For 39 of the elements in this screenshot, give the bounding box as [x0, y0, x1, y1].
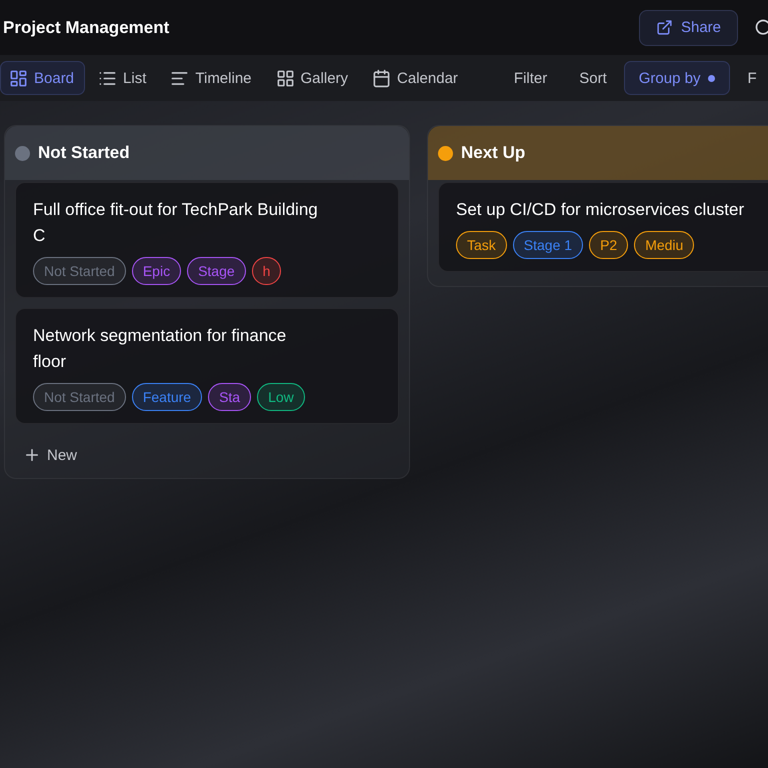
share-button[interactable]: Share — [638, 10, 738, 46]
grid-icon — [276, 68, 295, 88]
toolbar-button[interactable]: F — [732, 61, 768, 95]
tag: Task — [456, 231, 507, 259]
tag: P2 — [589, 231, 628, 259]
view-tab[interactable]: Board — [0, 61, 86, 95]
view-tab[interactable]: Calendar — [363, 61, 469, 95]
new-card-button[interactable]: New — [23, 446, 78, 464]
view-tab[interactable]: List — [89, 61, 158, 95]
active-dot-icon — [708, 74, 716, 82]
tag: Stage — [187, 257, 246, 285]
tag: h — [252, 257, 282, 285]
calendar-icon — [372, 68, 392, 88]
task-card[interactable]: Full office fit-out for TechPark Building C Not Started Epic Stage h — [15, 182, 399, 298]
tag: Not Started — [33, 383, 126, 411]
board-icon — [9, 68, 28, 88]
toolbar-button[interactable]: Group by — [624, 61, 730, 95]
toolbar-button[interactable]: Filter — [498, 61, 562, 95]
card-title: Full office fit-out for TechPark Building C — [33, 199, 319, 247]
external-link-icon — [656, 19, 673, 36]
toolbar-button[interactable]: Sort — [564, 61, 622, 95]
tag: Low — [257, 383, 305, 411]
card-title: Set up CI/CD for microservices cluster — [456, 199, 746, 221]
page-title: Project Management — [3, 18, 170, 38]
tag: Stage 1 — [512, 231, 584, 259]
tag: Mediu — [634, 231, 694, 259]
view-tab[interactable]: Timeline — [161, 61, 263, 95]
view-tab[interactable]: Gallery — [266, 61, 360, 95]
card-title: Network segmentation for finance floor — [33, 325, 288, 373]
task-card[interactable]: Set up CI/CD for microservices cluster Task Stage 1 P2 Mediu — [438, 182, 768, 272]
search-icon[interactable] — [754, 18, 768, 38]
column-title: Not Started — [38, 143, 130, 163]
tag: Epic — [132, 257, 182, 285]
plus-icon — [23, 446, 41, 464]
column-title: Next Up — [461, 143, 526, 163]
task-card[interactable]: Network segmentation for finance floor Not Started Feature Sta Low — [15, 308, 399, 424]
tag: Not Started — [33, 257, 126, 285]
tag: Feature — [132, 383, 202, 411]
tag: Sta — [208, 383, 252, 411]
